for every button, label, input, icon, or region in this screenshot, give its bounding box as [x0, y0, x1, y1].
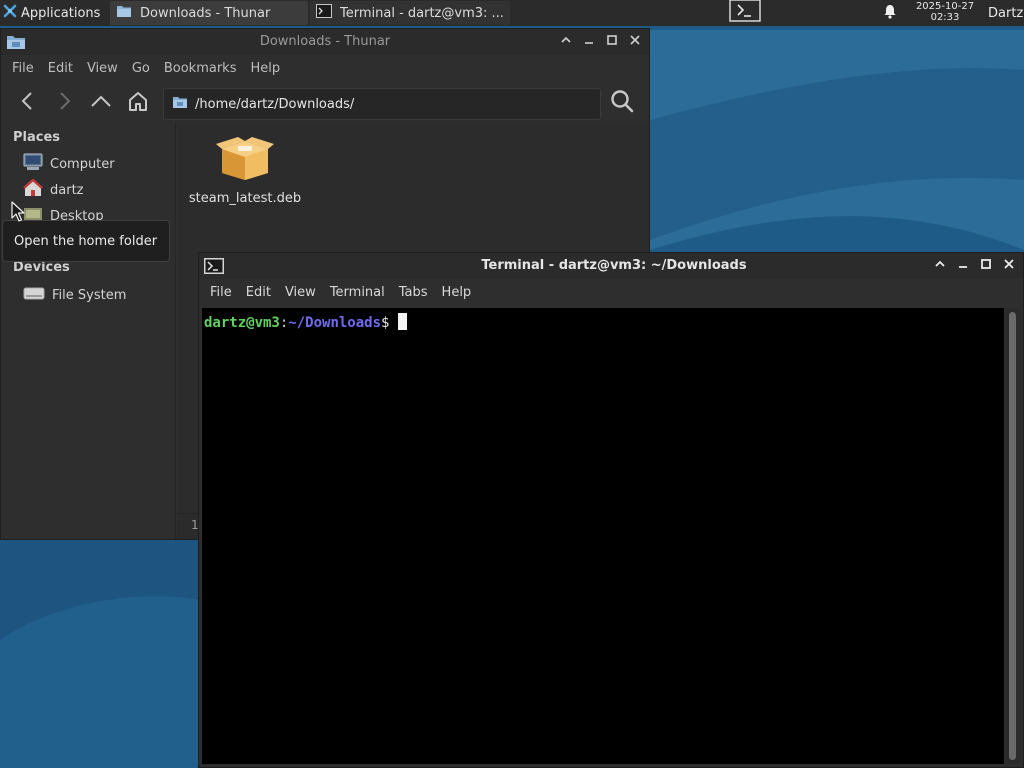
- menu-view[interactable]: View: [80, 58, 125, 80]
- sidebar-item-filesystem[interactable]: File System: [13, 283, 171, 307]
- menu-view[interactable]: View: [278, 282, 323, 304]
- menu-terminal[interactable]: Terminal: [323, 282, 392, 304]
- notification-bell-button[interactable]: [880, 0, 900, 26]
- terminal-titlebar[interactable]: Terminal - dartz@vm3: ~/Downloads: [199, 253, 1023, 279]
- forward-button[interactable]: [49, 88, 79, 118]
- menu-help[interactable]: Help: [435, 282, 479, 304]
- workspace-switcher[interactable]: [728, 0, 764, 26]
- thunar-title: Downloads - Thunar: [259, 34, 391, 49]
- xfce-logo-icon: [3, 4, 17, 22]
- minimize-icon: [957, 258, 969, 274]
- folder-icon: [172, 95, 188, 113]
- clock-date: 2025-10-27: [915, 1, 975, 12]
- back-button[interactable]: [13, 88, 43, 118]
- thunar-shade-button[interactable]: [557, 33, 575, 51]
- thunar-sidebar: Places Computer dartz Desktop Devices Fi…: [1, 123, 176, 539]
- text-cursor: [398, 313, 408, 330]
- thunar-menubar: File Edit View Go Bookmarks Help: [5, 56, 649, 82]
- thunar-maximize-button[interactable]: [603, 33, 621, 51]
- terminal-minimize-button[interactable]: [954, 257, 972, 275]
- prompt-user-host: dartz@vm3: [204, 315, 280, 331]
- clock-time: 02:33: [930, 12, 960, 23]
- terminal-output[interactable]: dartz@vm3:~/Downloads$: [202, 308, 1004, 764]
- terminal-close-button[interactable]: [1000, 257, 1018, 275]
- menu-go[interactable]: Go: [125, 58, 157, 80]
- sidebar-item-computer[interactable]: Computer: [13, 152, 171, 176]
- arrow-right-icon: [56, 91, 72, 115]
- taskbar-button-terminal[interactable]: Terminal - dartz@vm3: ...: [310, 1, 510, 25]
- parent-folder-button[interactable]: [86, 88, 116, 118]
- prompt-path: ~/Downloads: [288, 315, 382, 331]
- sidebar-label-computer: Computer: [50, 156, 115, 172]
- places-heading: Places: [13, 130, 61, 145]
- menu-tabs[interactable]: Tabs: [392, 282, 435, 304]
- menu-file[interactable]: File: [5, 58, 41, 80]
- search-icon: [610, 89, 634, 117]
- terminal-menubar: File Edit View Terminal Tabs Help: [203, 280, 1023, 306]
- thunar-close-button[interactable]: [626, 33, 644, 51]
- thunar-titlebar[interactable]: Downloads - Thunar: [1, 29, 649, 55]
- home-button[interactable]: [123, 88, 153, 118]
- taskbar-label-terminal: Terminal - dartz@vm3: ...: [340, 5, 504, 21]
- sidebar-item-home[interactable]: dartz: [13, 178, 171, 202]
- terminal-maximize-button[interactable]: [977, 257, 995, 275]
- close-icon: [1003, 258, 1015, 274]
- user-menu-button[interactable]: Dartz: [988, 0, 1023, 26]
- arrow-left-icon: [20, 91, 36, 115]
- prompt-symbol: $: [381, 315, 390, 331]
- shell-prompt: dartz@vm3:~/Downloads$: [204, 313, 408, 332]
- chevron-up-icon: [560, 34, 572, 50]
- bell-icon: [883, 4, 897, 23]
- terminal-scrollbar[interactable]: [1005, 308, 1021, 764]
- minimize-icon: [583, 34, 595, 50]
- tooltip-text: Open the home folder: [14, 233, 158, 249]
- menu-edit[interactable]: Edit: [41, 58, 80, 80]
- file-item[interactable]: steam_latest.deb: [183, 133, 307, 213]
- scrollbar-thumb[interactable]: [1009, 312, 1016, 760]
- search-button[interactable]: [607, 88, 637, 118]
- sidebar-label-filesystem: File System: [52, 287, 127, 303]
- tooltip: Open the home folder: [2, 220, 170, 262]
- menu-bookmarks[interactable]: Bookmarks: [157, 58, 244, 80]
- taskbar-label-thunar: Downloads - Thunar: [140, 5, 271, 21]
- terminal-window: Terminal - dartz@vm3: ~/Downloads File E…: [198, 252, 1024, 768]
- sidebar-label-home: dartz: [50, 182, 84, 198]
- menu-edit[interactable]: Edit: [239, 282, 278, 304]
- devices-heading: Devices: [13, 260, 70, 275]
- user-name: Dartz: [988, 5, 1024, 21]
- terminal-title: Terminal - dartz@vm3: ~/Downloads: [481, 258, 747, 273]
- home-folder-icon: [23, 178, 50, 201]
- menu-help[interactable]: Help: [243, 58, 287, 80]
- terminal-window-icon: [729, 0, 763, 27]
- menu-file[interactable]: File: [203, 282, 239, 304]
- computer-icon: [23, 153, 50, 175]
- home-icon: [127, 90, 149, 116]
- location-path: /home/dartz/Downloads/: [195, 96, 355, 112]
- thunar-toolbar: /home/dartz/Downloads/: [1, 85, 649, 123]
- taskbar-button-thunar[interactable]: Downloads - Thunar: [110, 1, 308, 25]
- location-bar[interactable]: /home/dartz/Downloads/: [163, 88, 601, 120]
- terminal-shade-button[interactable]: [931, 257, 949, 275]
- close-icon: [629, 34, 641, 50]
- panel-clock[interactable]: 2025-10-27 02:33: [906, 1, 984, 25]
- applications-label: Applications: [21, 5, 101, 21]
- chevron-up-icon: [934, 258, 946, 274]
- maximize-icon: [606, 34, 618, 50]
- mouse-pointer-icon: [11, 201, 25, 227]
- arrow-up-icon: [90, 93, 112, 113]
- terminal-icon: [316, 4, 340, 22]
- package-icon: [214, 133, 276, 185]
- top-panel: Applications Downloads - Thunar Terminal…: [0, 0, 1024, 26]
- maximize-icon: [980, 258, 992, 274]
- folder-icon: [116, 4, 140, 22]
- drive-icon: [23, 285, 52, 305]
- applications-menu-button[interactable]: Applications: [0, 0, 108, 26]
- thunar-minimize-button[interactable]: [580, 33, 598, 51]
- file-name: steam_latest.deb: [188, 191, 302, 206]
